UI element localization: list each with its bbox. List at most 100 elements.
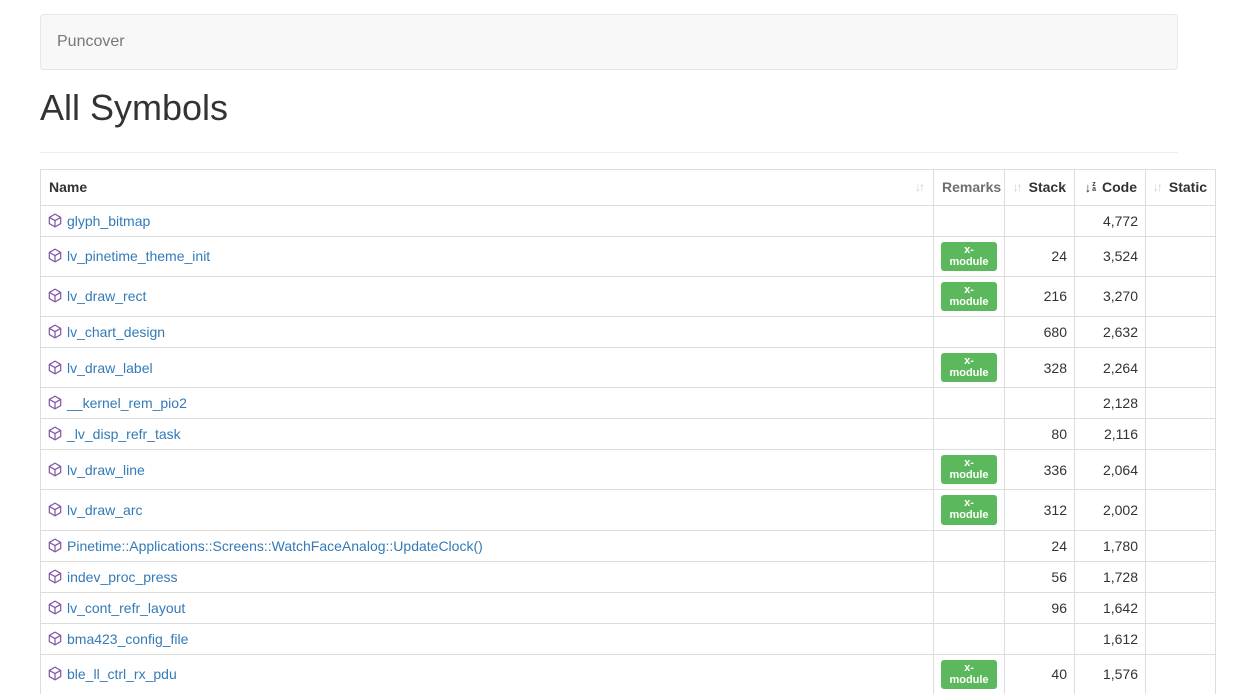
symbols-table: Name ↓↑ Remarks ↓↑ Stack	[40, 169, 1216, 694]
stack-cell	[1005, 623, 1075, 654]
table-header: Name ↓↑ Remarks ↓↑ Stack	[41, 169, 1216, 205]
remarks-cell: x-module	[934, 347, 1005, 387]
table-row: bma423_config_file 1,612	[41, 623, 1216, 654]
stack-cell: 80	[1005, 419, 1075, 450]
remarks-cell	[934, 419, 1005, 450]
static-cell	[1146, 592, 1216, 623]
static-cell	[1146, 530, 1216, 561]
code-cell: 2,002	[1075, 490, 1146, 530]
stack-cell: 24	[1005, 530, 1075, 561]
symbol-link[interactable]: indev_proc_press	[67, 569, 178, 585]
stack-cell: 96	[1005, 592, 1075, 623]
name-cell: indev_proc_press	[41, 561, 934, 592]
table-row: __kernel_rem_pio2 2,128	[41, 388, 1216, 419]
stack-cell: 328	[1005, 347, 1075, 387]
x-module-badge: x-module	[941, 495, 997, 524]
code-cell: 1,642	[1075, 592, 1146, 623]
symbol-link[interactable]: lv_draw_arc	[67, 502, 142, 518]
sort-desc-icon: ↓za	[1085, 181, 1096, 194]
code-cell: 1,728	[1075, 561, 1146, 592]
name-cell: lv_cont_refr_layout	[41, 592, 934, 623]
table-row: lv_draw_rect x-module 216 3,270	[41, 276, 1216, 316]
remarks-cell	[934, 592, 1005, 623]
x-module-badge: x-module	[941, 242, 997, 271]
navbar: Puncover	[40, 14, 1178, 70]
code-cell: 2,128	[1075, 388, 1146, 419]
table-row: _lv_disp_refr_task 80 2,116	[41, 419, 1216, 450]
symbol-link[interactable]: Pinetime::Applications::Screens::WatchFa…	[67, 538, 483, 554]
static-cell	[1146, 347, 1216, 387]
symbol-link[interactable]: lv_draw_rect	[67, 288, 146, 304]
cube-icon	[48, 426, 62, 441]
code-cell: 1,576	[1075, 654, 1146, 694]
remarks-cell: x-module	[934, 654, 1005, 694]
name-cell: lv_draw_label	[41, 347, 934, 387]
column-header-stack[interactable]: ↓↑ Stack	[1005, 169, 1075, 205]
remarks-cell	[934, 561, 1005, 592]
symbol-link[interactable]: lv_chart_design	[67, 324, 165, 340]
code-cell: 4,772	[1075, 205, 1146, 236]
static-cell	[1146, 388, 1216, 419]
x-module-badge: x-module	[941, 455, 997, 484]
cube-icon	[48, 324, 62, 339]
cube-icon	[48, 631, 62, 646]
cube-icon	[48, 666, 62, 681]
cube-icon	[48, 538, 62, 553]
code-cell: 3,270	[1075, 276, 1146, 316]
static-cell	[1146, 236, 1216, 276]
navbar-brand-puncover[interactable]: Puncover	[41, 33, 141, 51]
cube-icon	[48, 462, 62, 477]
column-header-static[interactable]: ↓↑ Static	[1146, 169, 1216, 205]
name-cell: lv_chart_design	[41, 316, 934, 347]
name-cell: glyph_bitmap	[41, 205, 934, 236]
column-header-remarks-label: Remarks	[942, 179, 1001, 195]
symbol-link[interactable]: ble_ll_ctrl_rx_pdu	[67, 666, 177, 682]
symbol-link[interactable]: lv_pinetime_theme_init	[67, 248, 210, 264]
column-header-code-label: Code	[1102, 179, 1137, 195]
cube-icon	[48, 600, 62, 615]
name-cell: lv_pinetime_theme_init	[41, 236, 934, 276]
sort-icon: ↓↑	[1153, 180, 1163, 194]
stack-cell: 216	[1005, 276, 1075, 316]
stack-cell	[1005, 205, 1075, 236]
column-header-name[interactable]: Name ↓↑	[41, 169, 934, 205]
remarks-cell: x-module	[934, 276, 1005, 316]
cube-icon	[48, 569, 62, 584]
symbol-link[interactable]: __kernel_rem_pio2	[67, 395, 187, 411]
remarks-cell	[934, 316, 1005, 347]
column-header-code[interactable]: ↓za Code	[1075, 169, 1146, 205]
static-cell	[1146, 276, 1216, 316]
symbol-link[interactable]: lv_draw_line	[67, 462, 145, 478]
name-cell: _lv_disp_refr_task	[41, 419, 934, 450]
symbol-link[interactable]: _lv_disp_refr_task	[67, 426, 181, 442]
static-cell	[1146, 654, 1216, 694]
page-title: All Symbols	[40, 88, 1220, 128]
table-row: glyph_bitmap 4,772	[41, 205, 1216, 236]
static-cell	[1146, 490, 1216, 530]
static-cell	[1146, 623, 1216, 654]
table-row: lv_draw_arc x-module 312 2,002	[41, 490, 1216, 530]
symbol-link[interactable]: lv_cont_refr_layout	[67, 600, 185, 616]
static-cell	[1146, 205, 1216, 236]
symbol-link[interactable]: bma423_config_file	[67, 631, 188, 647]
static-cell	[1146, 450, 1216, 490]
remarks-cell: x-module	[934, 490, 1005, 530]
remarks-cell	[934, 623, 1005, 654]
column-header-name-label: Name	[49, 179, 87, 195]
stack-cell	[1005, 388, 1075, 419]
table-header-row: Name ↓↑ Remarks ↓↑ Stack	[41, 169, 1216, 205]
table-row: ble_ll_ctrl_rx_pdu x-module 40 1,576	[41, 654, 1216, 694]
code-cell: 3,524	[1075, 236, 1146, 276]
cube-icon	[48, 288, 62, 303]
name-cell: lv_draw_arc	[41, 490, 934, 530]
symbol-link[interactable]: lv_draw_label	[67, 360, 153, 376]
stack-cell: 312	[1005, 490, 1075, 530]
name-cell: bma423_config_file	[41, 623, 934, 654]
symbol-link[interactable]: glyph_bitmap	[67, 213, 150, 229]
code-cell: 2,632	[1075, 316, 1146, 347]
table-row: lv_draw_line x-module 336 2,064	[41, 450, 1216, 490]
page-container: Puncover All Symbols Name ↓↑ Remarks	[40, 14, 1220, 694]
cube-icon	[48, 360, 62, 375]
static-cell	[1146, 561, 1216, 592]
column-header-remarks: Remarks	[934, 169, 1005, 205]
